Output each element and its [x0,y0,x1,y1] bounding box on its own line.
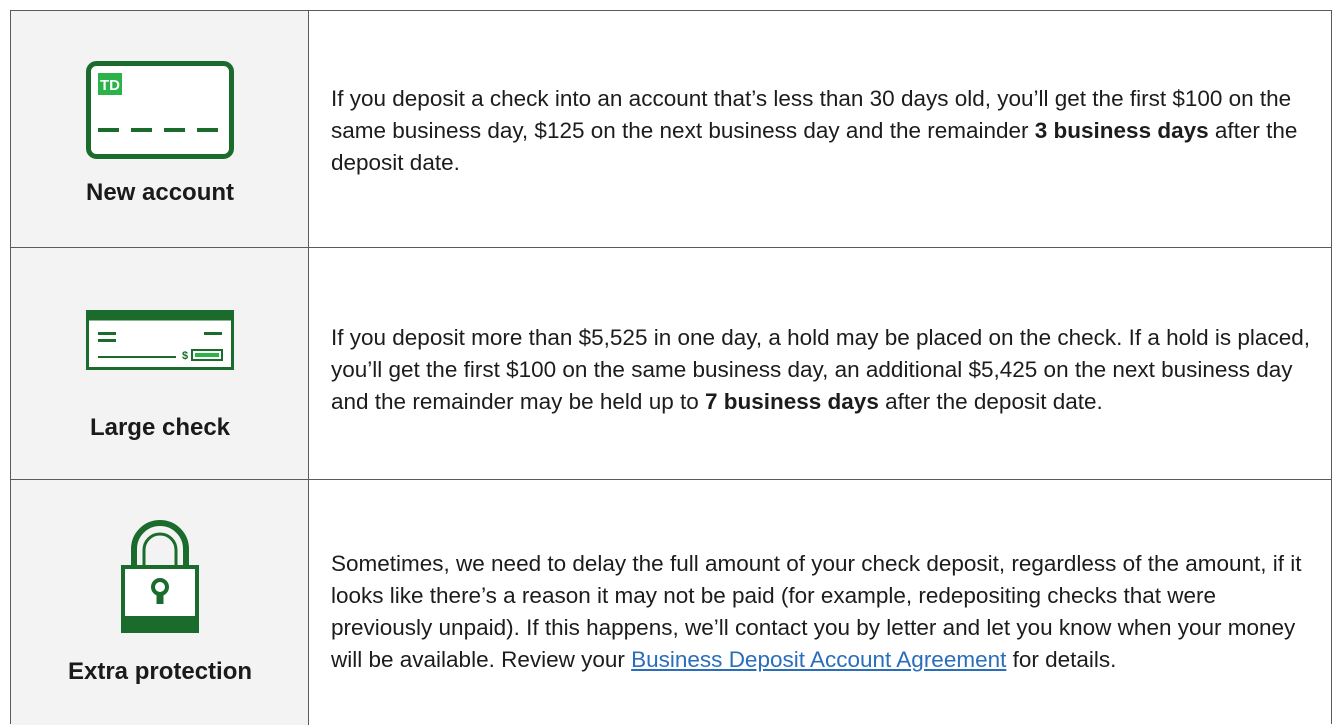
row-label: Large check [89,414,231,441]
row-label: New account [85,179,235,206]
td-logo-text: TD [100,77,120,94]
description-cell: If you deposit more than $5,525 in one d… [309,248,1331,479]
emphasis-days: 7 business days [705,389,879,414]
funds-availability-table: TD New account If you deposit a check in… [10,10,1332,725]
padlock-icon [11,519,309,633]
emphasis-days: 3 business days [1034,118,1209,143]
icon-cell-new-account: TD New account [11,11,309,247]
description-text: If you deposit more than $5,525 in one d… [331,325,1310,414]
description-text: Sometimes, we need to delay the full amo… [331,551,1302,672]
icon-cell-large-check: $ Large check [11,248,309,479]
td-card-icon: TD [11,61,309,159]
description-text: If you deposit a check into an account t… [331,86,1298,175]
check-icon: $ [11,310,309,370]
table-row-new-account: TD New account If you deposit a check in… [11,11,1331,248]
dollar-sign: $ [182,350,188,362]
description-cell: If you deposit a check into an account t… [309,11,1331,247]
account-agreement-link[interactable]: Business Deposit Account Agreement [631,647,1006,672]
row-label: Extra protection [67,658,253,685]
table-row-extra-protection: Extra protection Sometimes, we need to d… [11,480,1331,725]
table-row-large-check: $ Large check If you deposit more than $… [11,248,1331,480]
icon-cell-extra-protection: Extra protection [11,480,309,725]
description-cell: Sometimes, we need to delay the full amo… [309,480,1331,725]
